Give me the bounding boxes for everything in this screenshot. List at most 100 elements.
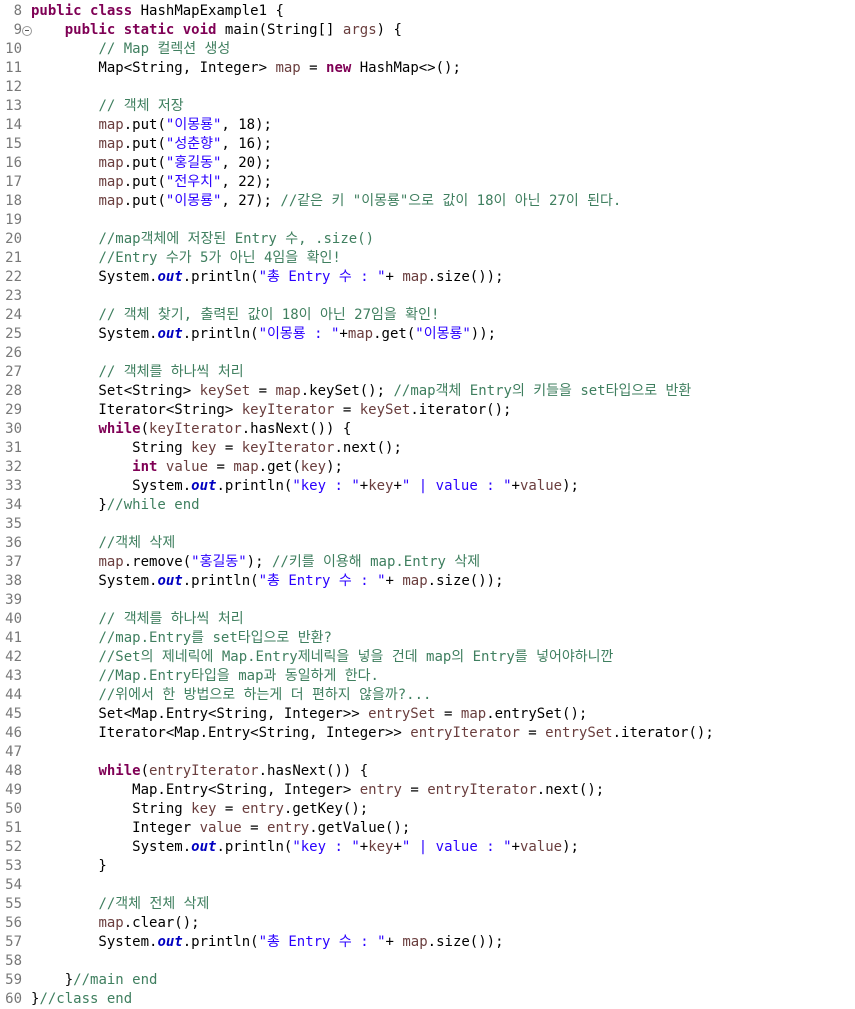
comment-text: //class end — [39, 991, 133, 1007]
code-line[interactable]: 14 map.put("이몽룡", 18); — [0, 116, 855, 135]
code-content: System.out.println("총 Entry 수 : "+ map.s… — [31, 572, 503, 591]
code-line[interactable]: 21 //Entry 수가 5가 아닌 4임을 확인! — [0, 249, 855, 268]
code-line[interactable]: 38 System.out.println("총 Entry 수 : "+ ma… — [0, 572, 855, 591]
code-line[interactable]: 44 //위에서 한 방법으로 하는게 더 편하지 않을까?... — [0, 686, 855, 705]
code-line[interactable]: 17 map.put("전우치", 22); — [0, 173, 855, 192]
code-line[interactable]: 35 — [0, 515, 855, 534]
comment-text: //Entry 수가 5가 아닌 4임을 확인! — [98, 250, 341, 266]
code-line[interactable]: 13 // 객체 저장 — [0, 97, 855, 116]
variable-token: keyIterator — [241, 440, 335, 456]
code-line[interactable]: 43 //Map.Entry타입을 map과 동일하게 한다. — [0, 667, 855, 686]
code-text: .put( — [123, 136, 166, 152]
code-line[interactable]: 26 — [0, 344, 855, 363]
code-line[interactable]: 10 // Map 컬렉션 생성 — [0, 40, 855, 59]
code-line[interactable]: 9 public static void main(String[] args)… — [0, 21, 855, 40]
code-line[interactable]: 59 }//main end — [0, 971, 855, 990]
code-content: //map.Entry를 set타입으로 반환? — [31, 629, 332, 648]
code-text: .entrySet(); — [486, 706, 588, 722]
code-text: .hasNext()) { — [258, 763, 369, 779]
code-content: // 객체 저장 — [31, 97, 183, 116]
code-line[interactable]: 34 }//while end — [0, 496, 855, 515]
code-line[interactable]: 22 System.out.println("총 Entry 수 : "+ ma… — [0, 268, 855, 287]
code-editor[interactable]: 8 public class HashMapExample1 {9 public … — [0, 2, 855, 1009]
code-text: System. — [31, 573, 158, 589]
code-content: // Map 컬렉션 생성 — [31, 40, 230, 59]
variable-token: entry — [267, 820, 310, 836]
code-line[interactable]: 24 // 객체 찾기, 출력된 값이 18이 아닌 27임을 확인! — [0, 306, 855, 325]
code-line[interactable]: 19 — [0, 211, 855, 230]
string-literal: "이몽룡" — [415, 326, 471, 342]
line-number: 32 — [5, 459, 22, 475]
code-line[interactable]: 55 //객체 전체 삭제 — [0, 895, 855, 914]
code-line[interactable]: 33 System.out.println("key : "+key+" | v… — [0, 477, 855, 496]
code-line[interactable]: 53 } — [0, 857, 855, 876]
code-line[interactable]: 57 System.out.println("총 Entry 수 : "+ ma… — [0, 933, 855, 952]
code-line[interactable]: 16 map.put("홍길동", 20); — [0, 154, 855, 173]
code-line[interactable]: 32 int value = map.get(key); — [0, 458, 855, 477]
comment-text: // 객체를 하나씩 처리 — [98, 611, 244, 627]
line-number: 55 — [5, 896, 22, 912]
keyword-token: new — [326, 60, 352, 76]
code-text: .println( — [182, 934, 259, 950]
line-number: 41 — [5, 630, 22, 646]
code-line[interactable]: 51 Integer value = entry.getValue(); — [0, 819, 855, 838]
code-line[interactable]: 25 System.out.println("이몽룡 : "+map.get("… — [0, 325, 855, 344]
variable-token: entryIterator — [410, 725, 520, 741]
code-text: Set<Map.Entry<String, Integer>> — [31, 706, 369, 722]
line-number: 45 — [5, 706, 22, 722]
code-text: .getKey(); — [283, 801, 369, 817]
line-number: 26 — [5, 345, 22, 361]
code-line[interactable]: 56 map.clear(); — [0, 914, 855, 933]
code-line[interactable]: 29 Iterator<String> keyIterator = keySet… — [0, 401, 855, 420]
line-number: 46 — [5, 725, 22, 741]
line-number: 21 — [5, 250, 22, 266]
code-line[interactable]: 18 map.put("이몽룡", 27); //같은 키 "이몽룡"으로 값이… — [0, 192, 855, 211]
string-literal: "홍길동" — [165, 155, 222, 171]
code-line[interactable]: 20 //map객체에 저장된 Entry 수, .size() — [0, 230, 855, 249]
code-text: .println( — [182, 269, 259, 285]
variable-token: args — [342, 22, 377, 38]
code-line[interactable]: 50 String key = entry.getKey(); — [0, 800, 855, 819]
code-line[interactable]: 36 //객체 삭제 — [0, 534, 855, 553]
code-line[interactable]: 58 — [0, 952, 855, 971]
code-line[interactable]: 60}//class end — [0, 990, 855, 1009]
code-line[interactable]: 39 — [0, 591, 855, 610]
code-line[interactable]: 45 Set<Map.Entry<String, Integer>> entry… — [0, 705, 855, 724]
code-line[interactable]: 42 //Set의 제네릭에 Map.Entry제네릭을 넣을 건데 map의 … — [0, 648, 855, 667]
comment-text: // 객체 찾기, 출력된 값이 18이 아닌 27임을 확인! — [98, 307, 440, 323]
comment-text: //map.Entry를 set타입으로 반환? — [98, 630, 332, 646]
variable-token: value — [519, 839, 563, 855]
line-number: 37 — [5, 554, 22, 570]
code-line[interactable]: 40 // 객체를 하나씩 처리 — [0, 610, 855, 629]
code-text: .println( — [216, 478, 293, 494]
code-line[interactable]: 27 // 객체를 하나씩 처리 — [0, 363, 855, 382]
code-line[interactable]: 37 map.remove("홍길동"); //키를 이용해 map.Entry… — [0, 553, 855, 572]
code-line[interactable]: 31 String key = keyIterator.next(); — [0, 439, 855, 458]
line-number: 9 — [13, 22, 22, 38]
code-line[interactable]: 28 Set<String> keySet = map.keySet(); //… — [0, 382, 855, 401]
line-number: 53 — [5, 858, 22, 874]
code-line[interactable]: 41 //map.Entry를 set타입으로 반환? — [0, 629, 855, 648]
code-text: .put( — [123, 174, 166, 190]
code-line[interactable]: 15 map.put("성춘향", 16); — [0, 135, 855, 154]
line-number: 43 — [5, 668, 22, 684]
line-number: 39 — [5, 592, 22, 608]
string-literal: "총 Entry 수 : " — [258, 573, 386, 589]
keyword-token: void — [182, 22, 217, 38]
code-line[interactable]: 12 — [0, 78, 855, 97]
code-line[interactable]: 30 while(keyIterator.hasNext()) { — [0, 420, 855, 439]
code-line[interactable]: 47 — [0, 743, 855, 762]
line-number: 38 — [5, 573, 22, 589]
code-line[interactable]: 11 Map<String, Integer> map = new HashMa… — [0, 59, 855, 78]
code-line[interactable]: 54 — [0, 876, 855, 895]
code-line[interactable]: 48 while(entryIterator.hasNext()) { — [0, 762, 855, 781]
code-line[interactable]: 46 Iterator<Map.Entry<String, Integer>> … — [0, 724, 855, 743]
keyword-token: while — [98, 421, 141, 437]
code-line[interactable]: 8 public class HashMapExample1 { — [0, 2, 855, 21]
code-line[interactable]: 49 Map.Entry<String, Integer> entry = en… — [0, 781, 855, 800]
code-line[interactable]: 52 System.out.println("key : "+key+" | v… — [0, 838, 855, 857]
code-line[interactable]: 23 — [0, 287, 855, 306]
